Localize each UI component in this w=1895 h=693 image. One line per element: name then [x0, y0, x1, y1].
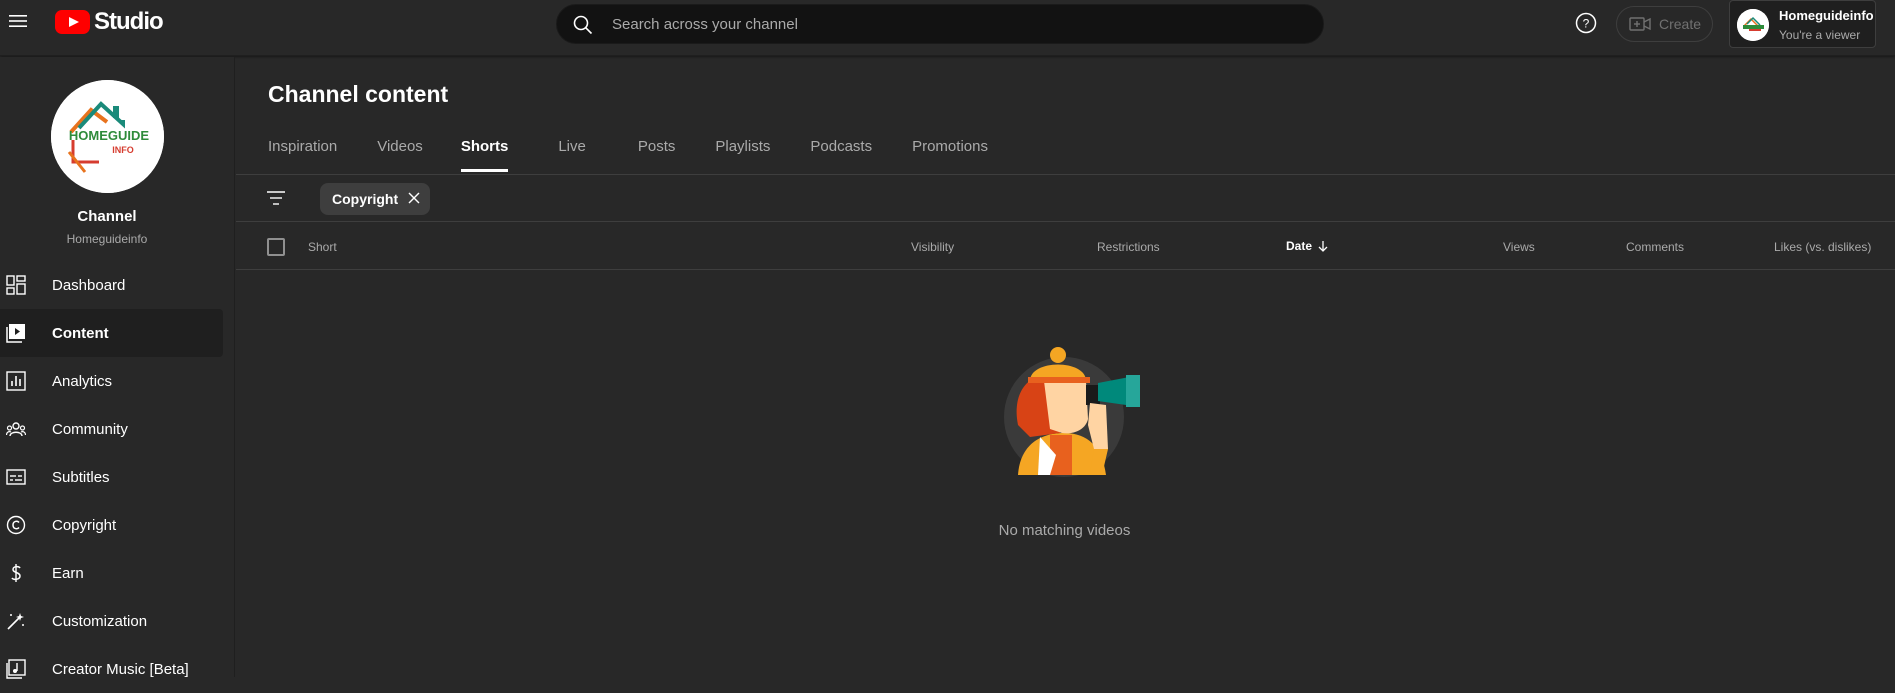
table-header: Short Visibility Restrictions Date Views…	[236, 222, 1895, 269]
column-restrictions[interactable]: Restrictions	[1097, 240, 1160, 254]
tab-posts[interactable]: Posts	[638, 126, 676, 172]
content-tabs: Inspiration Videos Shorts Live Posts Pla…	[268, 126, 1028, 172]
help-icon[interactable]: ?	[1575, 12, 1597, 39]
channel-logo-subtext: INFO	[112, 145, 134, 155]
sidebar-item-copyright[interactable]: Copyright	[0, 501, 223, 549]
content-icon	[6, 323, 26, 343]
page-title: Channel content	[268, 81, 449, 107]
sidebar-item-analytics[interactable]: Analytics	[0, 357, 223, 405]
channel-handle: Homeguideinfo	[66, 232, 148, 246]
create-label: Create	[1659, 16, 1702, 32]
svg-text:?: ?	[1583, 17, 1590, 31]
sidebar-item-creator-music[interactable]: Creator Music [Beta]	[0, 645, 223, 693]
tab-inspiration[interactable]: Inspiration	[268, 126, 337, 172]
column-views[interactable]: Views	[1503, 240, 1535, 254]
sidebar-item-content[interactable]: Content	[0, 309, 223, 357]
account-avatar	[1737, 9, 1769, 41]
sidebar-item-earn[interactable]: Earn	[0, 549, 223, 597]
account-role: You're a viewer	[1779, 28, 1861, 42]
sidebar-item-dashboard[interactable]: Dashboard	[0, 261, 223, 309]
select-all-checkbox[interactable]	[267, 238, 285, 256]
creator-music-icon	[6, 659, 26, 679]
close-icon[interactable]	[408, 191, 420, 207]
no-results-illustration	[990, 345, 1170, 485]
channel-label: Channel	[77, 208, 137, 225]
filter-chip-label: Copyright	[332, 191, 399, 207]
customization-icon	[6, 611, 26, 631]
tab-videos[interactable]: Videos	[377, 126, 423, 172]
sidebar-item-subtitles[interactable]: Subtitles	[0, 453, 223, 501]
earn-icon	[6, 563, 26, 583]
column-likes[interactable]: Likes (vs. dislikes)	[1774, 240, 1871, 254]
sidebar-item-label: Community	[52, 420, 128, 438]
search-input[interactable]	[612, 5, 1302, 43]
tab-promotions[interactable]: Promotions	[912, 126, 988, 172]
youtube-logo-icon	[55, 10, 90, 34]
main-content: Channel content Inspiration Videos Short…	[236, 57, 1895, 677]
studio-logo[interactable]: Studio	[55, 8, 164, 36]
empty-state-message: No matching videos	[998, 522, 1131, 539]
channel-avatar[interactable]: HOMEGUIDE INFO	[51, 80, 164, 193]
tab-podcasts[interactable]: Podcasts	[810, 126, 872, 172]
column-visibility[interactable]: Visibility	[911, 240, 954, 254]
sidebar-item-community[interactable]: Community	[0, 405, 223, 453]
search-bar	[556, 4, 1324, 44]
column-short[interactable]: Short	[308, 240, 337, 254]
top-bar: Studio ? Create Homeguideinfo You're a v…	[0, 0, 1895, 56]
tab-playlists[interactable]: Playlists	[715, 126, 770, 172]
sort-arrow-down-icon	[1318, 241, 1328, 252]
create-video-icon	[1629, 17, 1651, 31]
copyright-icon	[6, 515, 26, 535]
tab-live[interactable]: Live	[558, 126, 586, 172]
tabs-divider	[236, 174, 1895, 175]
menu-icon[interactable]	[8, 11, 28, 31]
table-header-divider	[236, 269, 1895, 270]
sidebar-nav: Dashboard Content Analytics Community Su…	[0, 261, 223, 693]
column-comments[interactable]: Comments	[1626, 240, 1684, 254]
sidebar-item-label: Copyright	[52, 516, 117, 534]
sidebar: HOMEGUIDE INFO Channel Homeguideinfo Das…	[0, 57, 235, 679]
create-button[interactable]: Create	[1616, 6, 1713, 42]
sidebar-item-label: Content	[52, 324, 109, 342]
filter-chip-copyright[interactable]: Copyright	[320, 183, 431, 215]
column-date[interactable]: Date	[1286, 239, 1330, 253]
sidebar-item-label: Subtitles	[52, 468, 110, 486]
subtitles-icon	[6, 467, 26, 487]
logo-text: Studio	[94, 8, 164, 35]
analytics-icon	[6, 371, 26, 391]
filter-icon[interactable]	[266, 188, 286, 213]
account-name: Homeguideinfo	[1779, 8, 1874, 23]
account-switcher[interactable]: Homeguideinfo You're a viewer	[1729, 0, 1876, 48]
sidebar-item-label: Customization	[52, 612, 148, 630]
search-icon[interactable]	[573, 15, 593, 40]
sidebar-item-label: Creator Music [Beta]	[52, 660, 189, 678]
channel-logo-text: HOMEGUIDE	[69, 128, 150, 143]
tab-shorts[interactable]: Shorts	[460, 126, 508, 172]
column-date-label: Date	[1286, 239, 1313, 253]
sidebar-item-label: Analytics	[52, 372, 113, 390]
dashboard-icon	[6, 275, 26, 295]
sidebar-item-customization[interactable]: Customization	[0, 597, 223, 645]
sidebar-item-label: Dashboard	[52, 276, 126, 294]
community-icon	[5, 419, 27, 439]
sidebar-item-label: Earn	[52, 564, 84, 582]
